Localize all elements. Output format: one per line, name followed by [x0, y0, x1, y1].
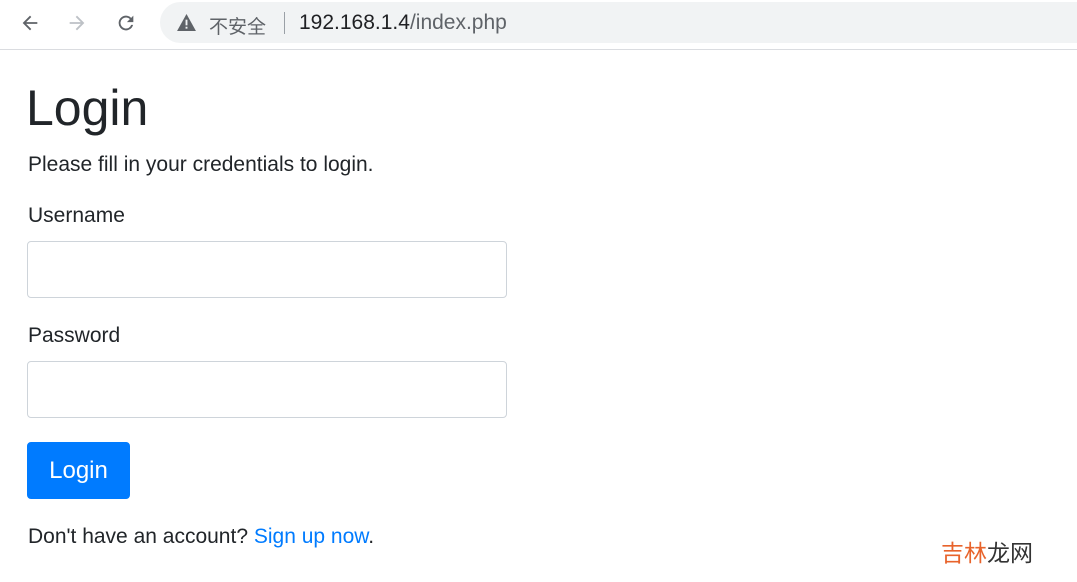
url-text[interactable]: 192.168.1.4/index.php: [299, 11, 507, 35]
warning-triangle-icon[interactable]: [177, 14, 196, 31]
url-path: /index.php: [409, 11, 507, 34]
signup-prompt-text: Don't have an account?: [28, 525, 254, 548]
omnibox-separator: [284, 12, 285, 34]
address-bar[interactable]: 不安全 192.168.1.4/index.php: [160, 2, 1077, 43]
reload-button[interactable]: [111, 8, 141, 38]
password-label: Password: [28, 324, 121, 347]
security-status-label[interactable]: 不安全: [209, 12, 266, 39]
login-button[interactable]: Login: [27, 442, 130, 499]
page-subtitle: Please fill in your credentials to login…: [28, 153, 374, 176]
username-input[interactable]: [27, 241, 507, 298]
password-input[interactable]: [27, 361, 507, 418]
arrow-right-icon: [69, 15, 85, 31]
signup-prompt: Don't have an account? Sign up now.: [28, 525, 374, 549]
url-host: 192.168.1.4: [299, 11, 410, 34]
watermark-part1: 吉林: [941, 541, 987, 567]
username-label: Username: [28, 204, 125, 227]
signup-suffix: .: [368, 525, 375, 548]
watermark-part2: 龙网: [987, 541, 1033, 567]
forward-button[interactable]: [62, 8, 92, 38]
back-button[interactable]: [15, 8, 45, 38]
browser-toolbar: 不安全 192.168.1.4/index.php: [0, 0, 1077, 50]
watermark-logo: 吉林龙网: [941, 534, 1033, 568]
signup-link[interactable]: Sign up now: [254, 525, 368, 548]
reload-icon: [118, 15, 134, 31]
page-title: Login: [26, 80, 149, 136]
arrow-left-icon: [22, 15, 38, 31]
